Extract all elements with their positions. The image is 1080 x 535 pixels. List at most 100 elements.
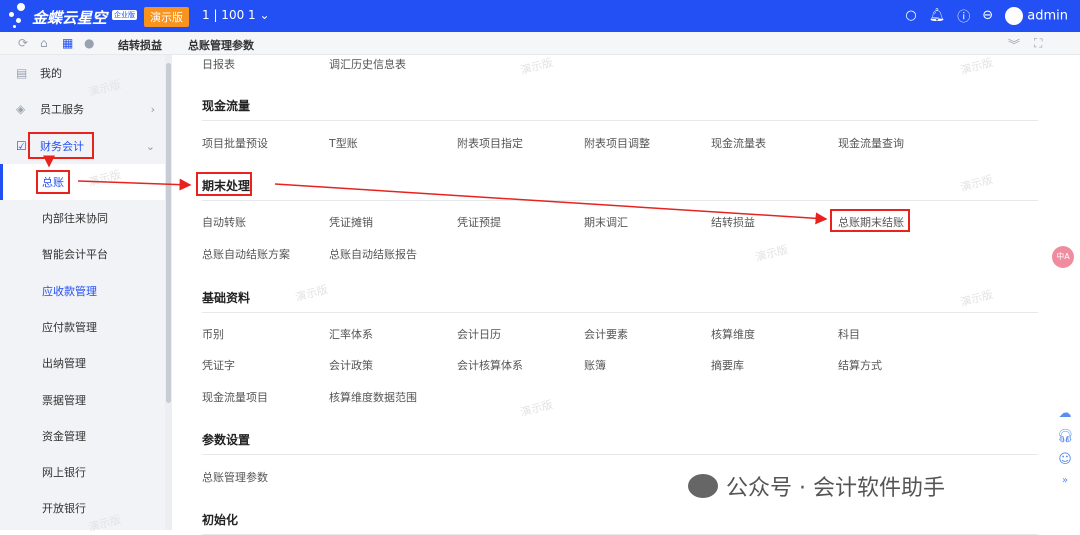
menu-item[interactable]: 总账管理参数	[202, 469, 268, 485]
menu-item[interactable]: 日报表	[202, 56, 235, 72]
menu-item[interactable]: 调汇历史信息表	[329, 56, 406, 72]
menu-item[interactable]: 总账自动结账方案	[202, 246, 290, 262]
sidebar-item-label: 应收款管理	[42, 285, 97, 298]
chevron-down-icon: ⌄	[145, 139, 155, 153]
menu-item[interactable]: 核算维度	[711, 326, 755, 342]
layers-icon: ◈	[16, 102, 26, 116]
wechat-watermark: 公众号 · 会计软件助手	[688, 470, 945, 502]
bell-icon[interactable]: 🔔︎	[929, 8, 946, 23]
sidebar-item-label: 智能会计平台	[42, 248, 108, 261]
sidebar-item-label: 票据管理	[42, 394, 86, 407]
sidebar-item-label: 内部往来协同	[42, 212, 108, 225]
chevron-down-icon: ⌄	[259, 8, 270, 22]
cloud-icon[interactable]: ☁	[1059, 406, 1072, 421]
sidebar-item-label: 财务会计	[40, 140, 84, 153]
collapse-tabs-icon[interactable]: ︾	[1008, 36, 1020, 53]
sidebar-scrollbar[interactable]	[165, 55, 172, 530]
menu-item[interactable]: 期末调汇	[584, 214, 628, 230]
menu-item[interactable]: 会计政策	[329, 357, 373, 373]
edition-badge: 企业版	[112, 10, 137, 20]
menu-item[interactable]: 科目	[838, 326, 860, 342]
section-divider	[202, 120, 1038, 121]
demo-badge: 演示版	[144, 7, 189, 27]
sidebar-item-smart-acct[interactable]: 智能会计平台	[0, 236, 165, 272]
section-title: 期末处理	[202, 179, 251, 193]
sidebar-item-employee[interactable]: ◈ 员工服务 ›	[0, 91, 165, 127]
menu-item[interactable]: 总账期末结账	[838, 214, 904, 230]
sidebar-item-ap[interactable]: 应付款管理	[0, 309, 165, 345]
section-divider	[202, 312, 1038, 313]
menu-item[interactable]: T型账	[329, 135, 358, 151]
menu-item[interactable]: 附表项目调整	[584, 135, 650, 151]
menu-item[interactable]: 凭证摊销	[329, 214, 373, 230]
section-divider	[202, 454, 1038, 455]
sidebar-item-label: 资金管理	[42, 430, 86, 443]
sidebar: ▤ 我的 ◈ 员工服务 › ☑ 财务会计 ⌄ 总账 内部往来协同 智能会计平台 应收款管理…	[0, 55, 165, 530]
message-icon[interactable]: ●	[84, 36, 94, 50]
avatar	[1005, 6, 1024, 25]
section-title: 现金流量	[202, 99, 251, 113]
assist-rail: ☁ 🎧︎ ☺ »	[1050, 400, 1080, 512]
menu-item[interactable]: 现金流量查询	[838, 135, 904, 151]
sidebar-item-label: 网上银行	[42, 466, 86, 479]
menu-item[interactable]: 结转损益	[711, 214, 755, 230]
search-icon[interactable]: ○	[905, 8, 916, 23]
section-title: 初始化	[202, 513, 239, 527]
watermark-text: 公众号 · 会计软件助手	[726, 476, 945, 501]
expand-icon[interactable]: »	[1062, 475, 1068, 486]
sidebar-item-cashier[interactable]: 出纳管理	[0, 345, 165, 381]
help-icon[interactable]: ⓘ	[957, 6, 970, 25]
sidebar-item-funds[interactable]: 资金管理	[0, 418, 165, 454]
menu-item[interactable]: 现金流量项目	[202, 389, 268, 405]
menu-item[interactable]: 自动转账	[202, 214, 246, 230]
sidebar-item-mine[interactable]: ▤ 我的	[0, 55, 165, 91]
menu-content: 日报表 调汇历史信息表现金流量项目批量预设 T型账 附表项目指定 附表项目调整 现金流量表…	[172, 55, 1042, 535]
chevron-right-icon: ›	[150, 102, 155, 116]
fullscreen-icon[interactable]: ⛶	[1034, 36, 1042, 51]
menu-item[interactable]: 项目批量预设	[202, 135, 268, 151]
top-bar: 金蝶云星空 企业版 演示版 1 | 100 1 ⌄ ○ 🔔︎ ⓘ ⊖ admin	[0, 0, 1080, 32]
menu-item[interactable]: 结算方式	[838, 357, 882, 373]
refresh-icon[interactable]: ⟳	[18, 36, 28, 50]
menu-item[interactable]: 汇率体系	[329, 326, 373, 342]
sidebar-item-label: 员工服务	[40, 103, 84, 116]
sidebar-item-intercompany[interactable]: 内部往来协同	[0, 200, 165, 236]
menu-item[interactable]: 会计要素	[584, 326, 628, 342]
section-title: 基础资料	[202, 291, 251, 305]
sidebar-item-finance[interactable]: ☑ 财务会计 ⌄	[0, 128, 165, 164]
menu-item[interactable]: 总账自动结账报告	[329, 246, 417, 262]
sidebar-item-openbank[interactable]: 开放银行	[0, 490, 165, 526]
user-menu[interactable]: admin	[1005, 6, 1068, 25]
tab-bar: ⟳ ⌂ ▦ ● 结转损益 总账管理参数 ︾ ⛶	[0, 32, 1080, 55]
sidebar-item-label: 总账	[42, 176, 64, 189]
minus-circle-icon[interactable]: ⊖	[982, 8, 993, 23]
check-icon: ☑	[16, 139, 27, 153]
sidebar-item-ebank[interactable]: 网上银行	[0, 454, 165, 490]
menu-item[interactable]: 账簿	[584, 357, 606, 373]
org-selector[interactable]: 1 | 100 1 ⌄	[202, 8, 270, 22]
smiley-icon[interactable]: ☺	[1058, 452, 1072, 467]
home-icon[interactable]: ⌂	[40, 36, 48, 50]
menu-item[interactable]: 摘要库	[711, 357, 744, 373]
language-button[interactable]: 中A	[1052, 246, 1074, 268]
menu-item[interactable]: 附表项目指定	[457, 135, 523, 151]
sidebar-item-bills[interactable]: 票据管理	[0, 382, 165, 418]
menu-item[interactable]: 现金流量表	[711, 135, 766, 151]
menu-item[interactable]: 凭证预提	[457, 214, 501, 230]
tab-jiezhuan[interactable]: 结转损益	[118, 37, 162, 53]
scrollbar-thumb[interactable]	[166, 63, 171, 403]
menu-item[interactable]: 凭证字	[202, 357, 235, 373]
sidebar-item-label: 出纳管理	[42, 357, 86, 370]
list-icon: ▤	[16, 66, 28, 80]
section-divider	[202, 200, 1038, 201]
menu-item[interactable]: 核算维度数据范围	[329, 389, 417, 405]
menu-item[interactable]: 会计日历	[457, 326, 501, 342]
menu-item[interactable]: 会计核算体系	[457, 357, 523, 373]
tab-params[interactable]: 总账管理参数	[188, 37, 254, 53]
menu-item[interactable]: 币别	[202, 326, 224, 342]
headset-icon[interactable]: 🎧︎	[1057, 429, 1074, 444]
sidebar-item-gl[interactable]: 总账	[0, 164, 165, 200]
sidebar-item-label: 开放银行	[42, 502, 86, 515]
apps-icon[interactable]: ▦	[62, 36, 73, 50]
sidebar-item-ar[interactable]: 应收款管理	[0, 273, 165, 309]
